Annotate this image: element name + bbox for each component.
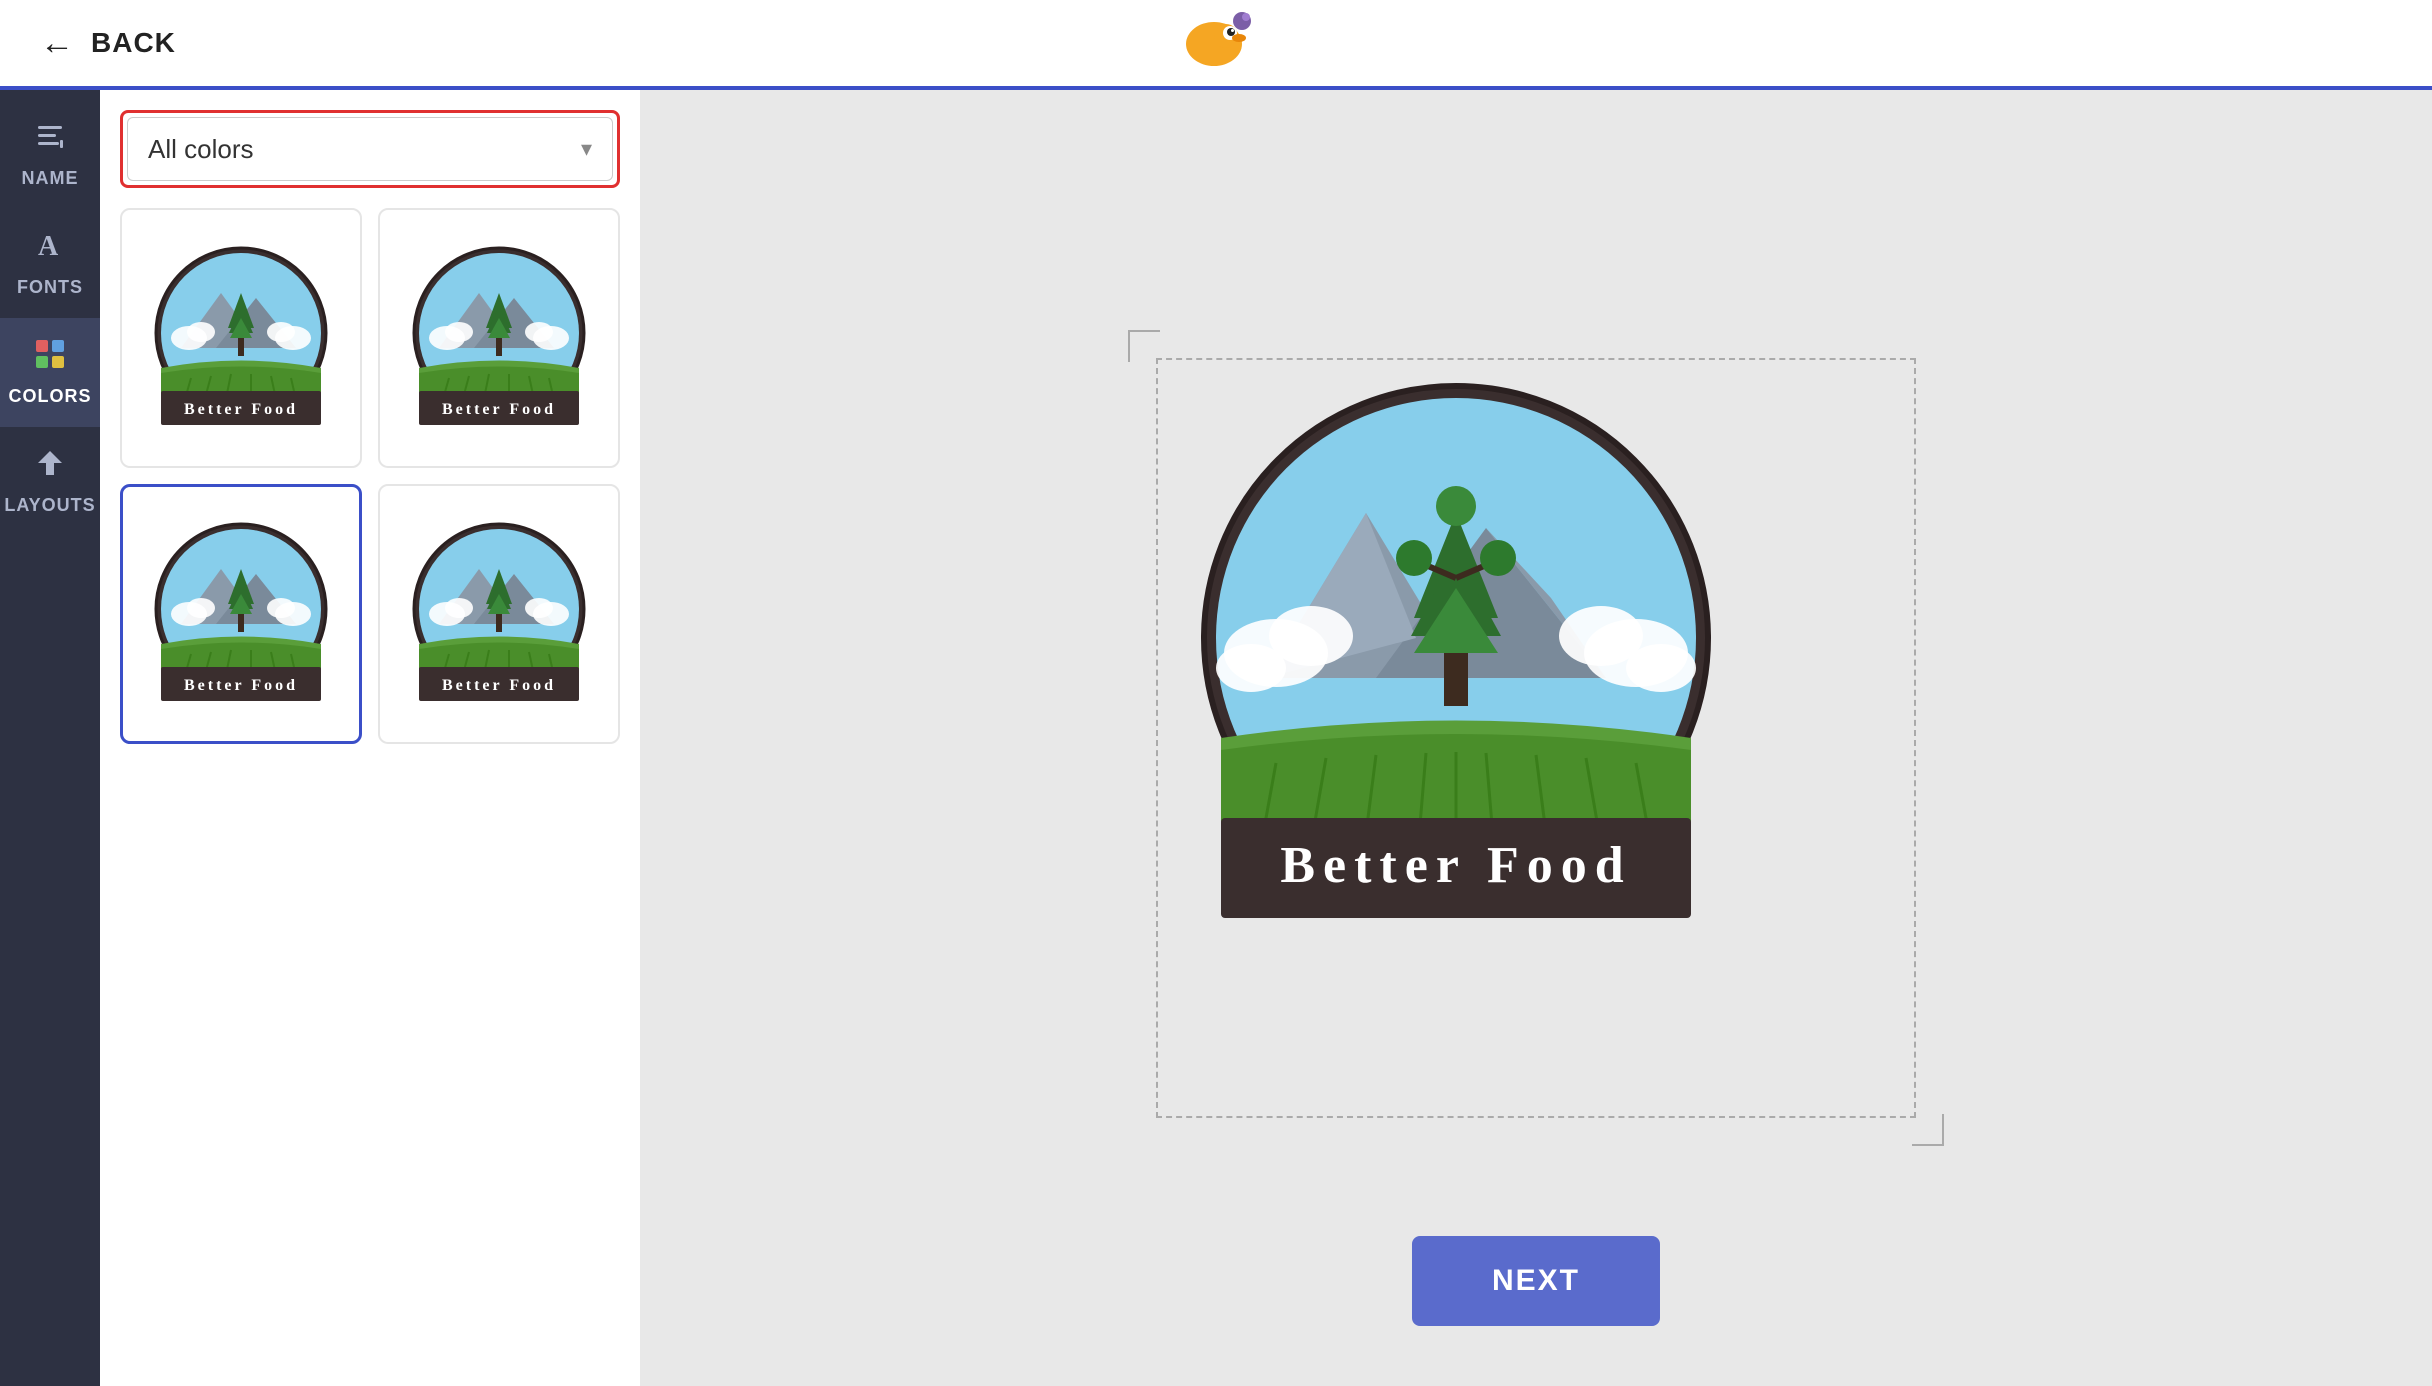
sidebar-item-name-label: NAME bbox=[22, 168, 79, 189]
brand-logo-icon bbox=[1176, 6, 1256, 76]
logo-card-4[interactable]: Better Food bbox=[378, 484, 620, 744]
dropdown-value: All colors bbox=[148, 134, 253, 165]
back-arrow-icon: ← bbox=[40, 24, 75, 63]
next-button[interactable]: NEXT bbox=[1412, 1236, 1660, 1326]
main-layout: NAME A FONTS COLORS bbox=[0, 90, 2432, 1386]
logo-card-3[interactable]: Better Food bbox=[120, 484, 362, 744]
back-button[interactable]: ← BACK bbox=[40, 24, 176, 63]
colors-panel: All colors ▾ bbox=[100, 90, 640, 1386]
top-bar: ← BACK bbox=[0, 0, 2432, 90]
filter-dropdown-wrapper: All colors ▾ bbox=[120, 110, 620, 188]
chevron-down-icon: ▾ bbox=[581, 136, 592, 162]
sidebar-item-layouts[interactable]: LAYOUTS bbox=[0, 427, 100, 536]
logo-card-2[interactable]: Better Food bbox=[378, 208, 620, 468]
fonts-icon: A bbox=[34, 229, 66, 269]
bottom-bar: NEXT bbox=[1412, 1236, 1660, 1326]
logo-card-1[interactable]: Better Food bbox=[120, 208, 362, 468]
sidebar-item-layouts-label: LAYOUTS bbox=[4, 495, 95, 516]
canvas-area: Better Food NEXT bbox=[640, 90, 2432, 1386]
logo-thumbnail-2: Better Food bbox=[399, 238, 599, 438]
app-logo bbox=[1176, 6, 1256, 81]
sidebar-nav: NAME A FONTS COLORS bbox=[0, 90, 100, 1386]
name-icon bbox=[34, 120, 66, 160]
back-label: BACK bbox=[91, 27, 176, 59]
canvas-container: Better Food bbox=[1156, 358, 1916, 1118]
logo-grid: Better Food bbox=[120, 208, 620, 744]
layouts-icon bbox=[34, 447, 66, 487]
canvas-dashed-border bbox=[1156, 358, 1916, 1118]
svg-text:Better Food: Better Food bbox=[184, 677, 298, 694]
svg-text:Better Food: Better Food bbox=[184, 401, 298, 418]
logo-thumbnail-3: Better Food bbox=[141, 514, 341, 714]
sidebar-item-colors[interactable]: COLORS bbox=[0, 318, 100, 427]
sidebar-item-colors-label: COLORS bbox=[9, 386, 92, 407]
all-colors-dropdown[interactable]: All colors ▾ bbox=[127, 117, 613, 181]
sidebar-item-fonts[interactable]: A FONTS bbox=[0, 209, 100, 318]
svg-text:Better Food: Better Food bbox=[442, 401, 556, 418]
colors-icon bbox=[34, 338, 66, 378]
logo-thumbnail-4: Better Food bbox=[399, 514, 599, 714]
sidebar-item-fonts-label: FONTS bbox=[17, 277, 83, 298]
svg-text:A: A bbox=[38, 231, 59, 261]
sidebar-item-name[interactable]: NAME bbox=[0, 100, 100, 209]
svg-text:Better Food: Better Food bbox=[442, 677, 556, 694]
logo-thumbnail-1: Better Food bbox=[141, 238, 341, 438]
